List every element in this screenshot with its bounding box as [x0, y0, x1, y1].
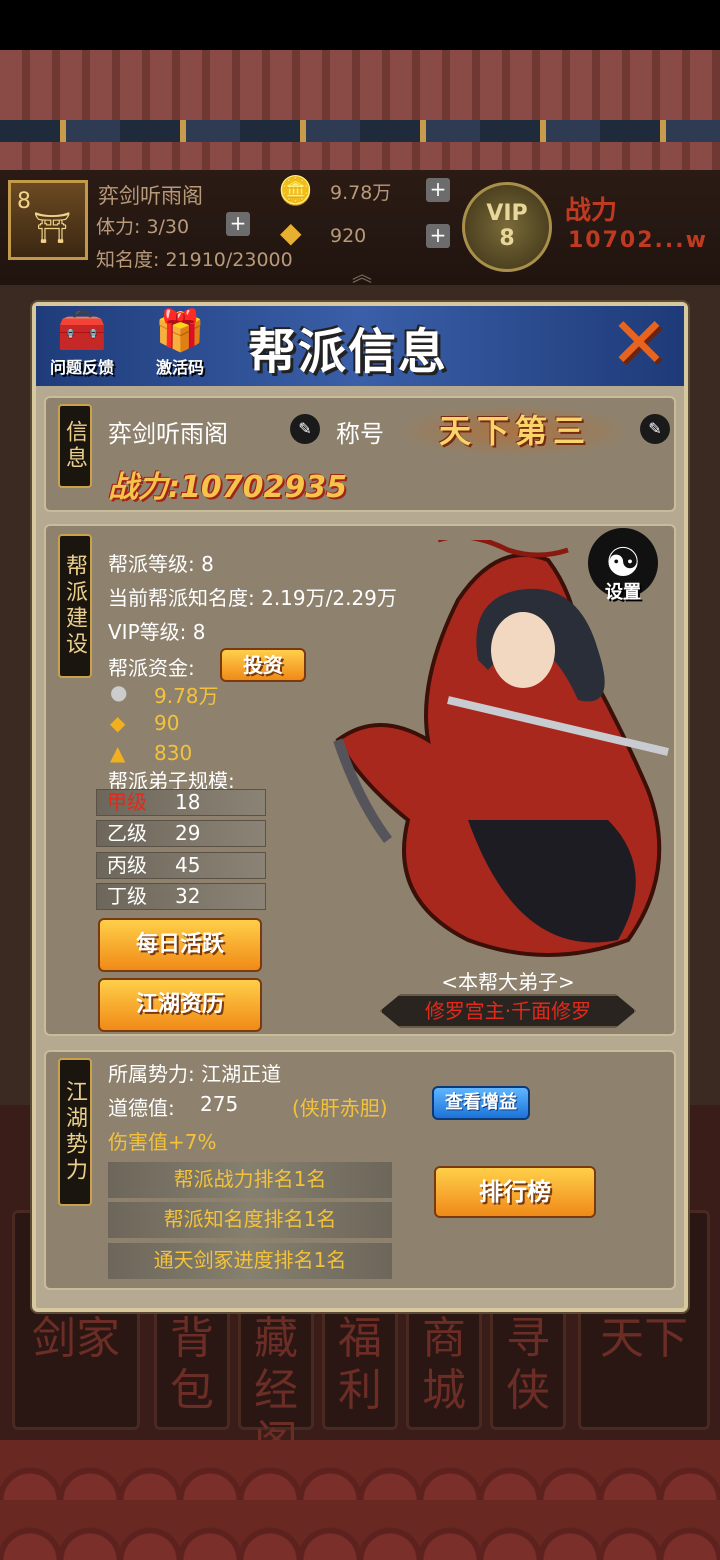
info-gang-name: 弈剑听雨阁 [108, 420, 228, 448]
gang-power: 战力:10702935 [108, 470, 347, 505]
silver-icon: ● [110, 680, 128, 704]
rank-item: 通天剑冢进度排名1名 [108, 1243, 392, 1279]
activation-code-button[interactable]: 🎁 激活码 [138, 308, 222, 384]
close-icon[interactable]: ✕ [600, 308, 678, 380]
feedback-button[interactable]: 🧰 问题反馈 [40, 308, 124, 384]
grade-row: 甲级 18 [96, 789, 266, 816]
gang-level: 帮派等级: 8 [108, 552, 214, 576]
add-silver-button[interactable]: + [426, 178, 450, 202]
morality-trait: (侠肝赤胆) [292, 1096, 388, 1120]
faction-tag: 江湖势力 [58, 1058, 92, 1206]
morality-value: 275 [200, 1092, 239, 1116]
panel-title: 帮派信息 [248, 324, 449, 380]
silver-icon: 🪙 [278, 174, 313, 207]
edit-name-icon[interactable]: ✎ [290, 414, 320, 444]
build-tag: 帮派建设 [58, 534, 92, 678]
add-gold-button[interactable]: + [426, 224, 450, 248]
gold-icon: ◆ [280, 216, 302, 249]
hud-fame: 知名度: 21910/23000 [96, 249, 293, 271]
morality-label: 道德值: [108, 1096, 175, 1120]
damage-bonus: 伤害值+7% [108, 1130, 217, 1154]
hud-gold: 920 [330, 225, 367, 247]
grade-row: 丁级 32 [96, 883, 266, 910]
gift-box-icon: 🎁 [155, 308, 205, 354]
rank-item: 帮派知名度排名1名 [108, 1202, 392, 1238]
daily-active-button[interactable]: 每日活跃 [98, 918, 262, 972]
info-tag: 信息 [58, 404, 92, 488]
add-stamina-button[interactable]: + [226, 212, 250, 236]
title-label: 称号 [336, 420, 384, 448]
invest-button[interactable]: 投资 [220, 648, 306, 682]
status-bar [0, 0, 720, 50]
edit-title-icon[interactable]: ✎ [640, 414, 670, 444]
ingot-icon: ▲ [110, 741, 126, 765]
funds-ingot: 830 [154, 741, 193, 765]
funds-silver: 9.78万 [154, 684, 219, 708]
settings-button[interactable]: ☯ 设置 [585, 528, 661, 616]
grade-row: 乙级 29 [96, 820, 266, 847]
title-badge: 天下第三 [396, 404, 634, 458]
rank-item: 帮派战力排名1名 [108, 1162, 392, 1198]
funds-label: 帮派资金: [108, 656, 195, 680]
hud-stamina: 体力: 3/30 [96, 216, 190, 238]
wave-decoration [0, 1440, 720, 1560]
gang-level-badge[interactable]: 8 ⛩ [8, 180, 88, 260]
roof-decoration [0, 50, 720, 170]
disciple-caption: <本帮大弟子> [441, 970, 575, 994]
view-bonus-button[interactable]: 查看增益 [432, 1086, 530, 1120]
treasure-chest-icon: 🧰 [57, 308, 107, 354]
gang-vip: VIP等级: 8 [108, 620, 206, 644]
funds-gold: 90 [154, 711, 180, 735]
hud-power-label: 战力 [565, 196, 618, 226]
grade-row: 丙级 45 [96, 852, 266, 879]
faction-affiliation: 所属势力: 江湖正道 [108, 1062, 282, 1086]
gold-icon: ◆ [110, 711, 126, 735]
hud-silver: 9.78万 [330, 182, 392, 204]
hud-power-value: 10702...w [568, 228, 708, 253]
disciple-name: 修罗宫主·千面修罗 [380, 994, 636, 1028]
vip-badge[interactable]: VIP 8 [462, 182, 552, 272]
roof-band [0, 120, 720, 142]
jianghu-history-button[interactable]: 江湖资历 [98, 978, 262, 1032]
pavilion-icon: ⛩ [33, 211, 72, 246]
hud-gang-name: 弈剑听雨阁 [98, 184, 203, 208]
expand-up-icon[interactable]: ︽ [352, 258, 372, 287]
leaderboard-button[interactable]: 排行榜 [434, 1166, 596, 1218]
